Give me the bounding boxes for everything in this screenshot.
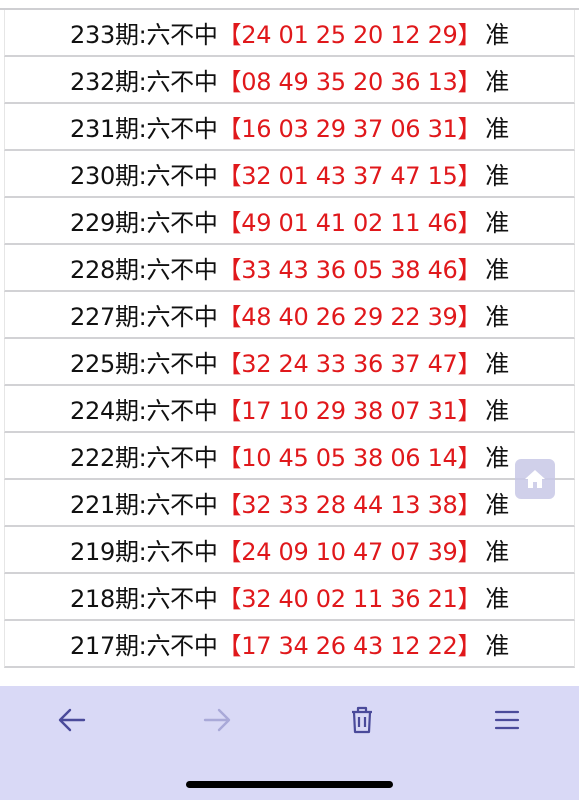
row-mark: 准 [485, 632, 509, 660]
row-nums: 【24 01 25 20 12 29】 [217, 21, 482, 49]
home-icon [525, 470, 545, 488]
result-row: 229期:六不中 【49 01 41 02 11 46】准 [4, 198, 575, 245]
delete-button[interactable] [337, 700, 387, 740]
row-issue: 231期:六不中 [70, 115, 218, 143]
row-mark: 准 [485, 491, 509, 519]
row-issue: 221期:六不中 [70, 491, 218, 519]
arrow-right-icon [203, 708, 231, 732]
row-issue: 233期:六不中 [70, 21, 218, 49]
row-issue: 229期:六不中 [70, 209, 218, 237]
home-button[interactable] [515, 459, 555, 499]
row-nums: 【32 40 02 11 36 21】 [217, 585, 482, 613]
row-nums: 【08 49 35 20 36 13】 [217, 68, 482, 96]
row-issue: 224期:六不中 [70, 397, 218, 425]
result-row: 219期:六不中 【24 09 10 47 07 39】准 [4, 527, 575, 574]
row-nums: 【32 24 33 36 37 47】 [217, 350, 482, 378]
row-issue: 218期:六不中 [70, 585, 218, 613]
result-row: 218期:六不中 【32 40 02 11 36 21】准 [4, 574, 575, 621]
row-nums: 【33 43 36 05 38 46】 [217, 256, 482, 284]
row-issue: 222期:六不中 [70, 444, 218, 472]
row-mark: 准 [485, 303, 509, 331]
trash-icon [352, 706, 372, 734]
row-mark: 准 [485, 21, 509, 49]
result-row: 230期:六不中 【32 01 43 37 47 15】准 [4, 151, 575, 198]
result-row: 224期:六不中 【17 10 29 38 07 31】准 [4, 386, 575, 433]
result-row: 228期:六不中 【33 43 36 05 38 46】准 [4, 245, 575, 292]
menu-icon [494, 710, 520, 730]
arrow-left-icon [58, 708, 86, 732]
result-row: 225期:六不中 【32 24 33 36 37 47】准 [4, 339, 575, 386]
row-mark: 准 [485, 256, 509, 284]
result-row: 227期:六不中 【48 40 26 29 22 39】准 [4, 292, 575, 339]
row-nums: 【48 40 26 29 22 39】 [217, 303, 482, 331]
row-mark: 准 [485, 209, 509, 237]
row-mark: 准 [485, 444, 509, 472]
row-mark: 准 [485, 68, 509, 96]
row-issue: 219期:六不中 [70, 538, 218, 566]
result-row: 231期:六不中 【16 03 29 37 06 31】准 [4, 104, 575, 151]
result-row: 221期:六不中 【32 33 28 44 13 38】准 [4, 480, 575, 527]
row-nums: 【32 01 43 37 47 15】 [217, 162, 482, 190]
menu-button[interactable] [482, 700, 532, 740]
row-issue: 228期:六不中 [70, 256, 218, 284]
row-nums: 【32 33 28 44 13 38】 [217, 491, 482, 519]
result-row: 222期:六不中 【10 45 05 38 06 14】准 [4, 433, 575, 480]
forward-button[interactable] [192, 700, 242, 740]
row-mark: 准 [485, 115, 509, 143]
row-issue: 217期:六不中 [70, 632, 218, 660]
result-row: 232期:六不中 【08 49 35 20 36 13】准 [4, 57, 575, 104]
row-issue: 227期:六不中 [70, 303, 218, 331]
row-nums: 【16 03 29 37 06 31】 [217, 115, 482, 143]
row-mark: 准 [485, 162, 509, 190]
result-list: 233期:六不中 【24 01 25 20 12 29】准 232期:六不中 【08 … [0, 0, 579, 686]
row-issue: 232期:六不中 [70, 68, 218, 96]
home-indicator [186, 781, 393, 788]
row-nums: 【10 45 05 38 06 14】 [217, 444, 482, 472]
back-button[interactable] [47, 700, 97, 740]
row-nums: 【24 09 10 47 07 39】 [217, 538, 482, 566]
row-mark: 准 [485, 585, 509, 613]
row-nums: 【17 10 29 38 07 31】 [217, 397, 482, 425]
row-nums: 【17 34 26 43 12 22】 [217, 632, 482, 660]
list-top-edge [0, 0, 579, 10]
result-row: 233期:六不中 【24 01 25 20 12 29】准 [4, 10, 575, 57]
row-issue: 230期:六不中 [70, 162, 218, 190]
row-mark: 准 [485, 350, 509, 378]
row-issue: 225期:六不中 [70, 350, 218, 378]
row-nums: 【49 01 41 02 11 46】 [217, 209, 482, 237]
row-mark: 准 [485, 397, 509, 425]
row-mark: 准 [485, 538, 509, 566]
result-row: 217期:六不中 【17 34 26 43 12 22】准 [4, 621, 575, 668]
